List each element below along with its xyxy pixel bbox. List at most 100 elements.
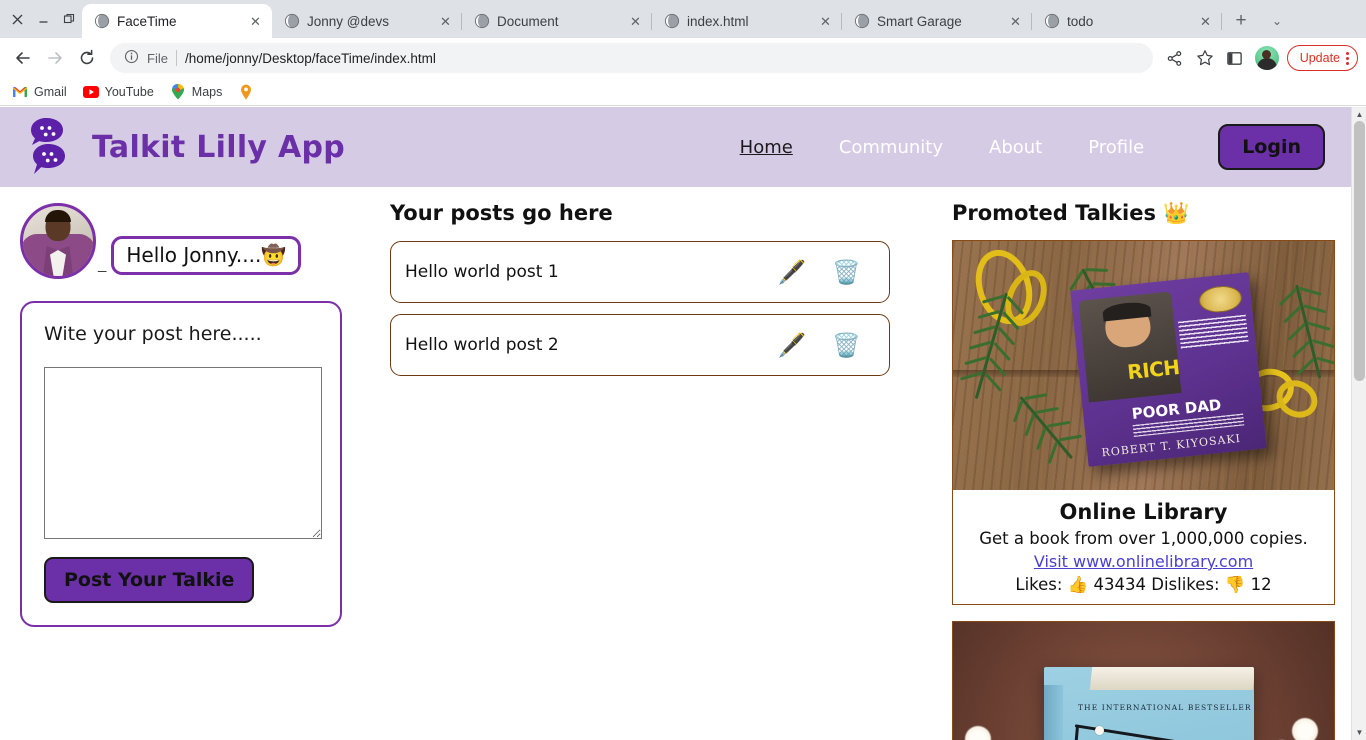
- window-close-button[interactable]: [4, 0, 30, 38]
- composer-heading: Wite your post here.....: [44, 323, 262, 345]
- tab-close-icon[interactable]: ✕: [437, 13, 454, 30]
- browser-tab[interactable]: Jonny @devs ✕: [272, 4, 462, 38]
- scroll-up-arrow[interactable]: ▲: [1352, 107, 1366, 122]
- ad-link[interactable]: Visit www.onlinelibrary.com: [963, 552, 1324, 571]
- browser-tab[interactable]: Document ✕: [462, 4, 652, 38]
- window-restore-button[interactable]: [56, 0, 82, 38]
- page-title: Talkit Lilly App: [92, 129, 346, 165]
- list-item[interactable]: THE INTERNATIONAL BESTSELLER: [952, 621, 1335, 740]
- sidebar-column: _ Hello Jonny....🤠 Wite your post here..…: [0, 201, 372, 627]
- user-row: _ Hello Jonny....🤠: [20, 201, 372, 279]
- post-submit-button[interactable]: Post Your Talkie: [44, 557, 255, 603]
- site-header: Talkit Lilly App Home Community About Pr…: [0, 107, 1351, 187]
- avatar[interactable]: [20, 203, 96, 279]
- update-label: Update: [1299, 51, 1340, 65]
- profile-avatar[interactable]: [1254, 46, 1279, 70]
- bookmark-label: YouTube: [104, 84, 154, 99]
- thumbs-down-icon[interactable]: 👎: [1225, 575, 1246, 594]
- edit-quill-icon[interactable]: 🖋️: [778, 333, 807, 357]
- address-bar[interactable]: File /home/jonny/Desktop/faceTime/index.…: [110, 43, 1153, 73]
- scroll-down-arrow[interactable]: ▼: [1352, 725, 1366, 740]
- brand[interactable]: Talkit Lilly App: [30, 116, 345, 178]
- post-text: Hello world post 2: [405, 335, 559, 355]
- browser-tab[interactable]: todo ✕: [1032, 4, 1222, 38]
- delete-trash-icon[interactable]: 🗑️: [832, 260, 861, 284]
- avatar-body: [1256, 58, 1277, 70]
- login-button[interactable]: Login: [1218, 124, 1325, 170]
- blossom-flower: [1292, 718, 1318, 740]
- page-scrollbar[interactable]: ▲ ▼: [1351, 107, 1366, 740]
- tab-close-icon[interactable]: ✕: [1197, 13, 1214, 30]
- new-tab-button[interactable]: +: [1226, 6, 1256, 36]
- chevron-down-icon[interactable]: ⌄: [1262, 6, 1292, 36]
- nav-item-home[interactable]: Home: [740, 137, 793, 158]
- tab-close-icon[interactable]: ✕: [1007, 13, 1024, 30]
- update-button[interactable]: Update: [1286, 45, 1358, 71]
- three-dot-menu-icon[interactable]: [1346, 51, 1349, 65]
- post-input[interactable]: [44, 367, 322, 539]
- globe-icon: [284, 13, 300, 29]
- greeting-bubble: Hello Jonny....🤠: [111, 236, 302, 275]
- tab-title: Document: [497, 13, 559, 29]
- author-portrait: [1078, 290, 1182, 403]
- browser-window: FaceTime ✕ Jonny @devs ✕ Document ✕ inde…: [0, 0, 1366, 740]
- book-cover: RICH POOR DAD ROBERT T. KIYOSAKI: [1069, 271, 1267, 467]
- url-scheme-label: File: [147, 50, 168, 66]
- table-row[interactable]: Hello world post 1 🖋️ 🗑️: [390, 241, 890, 303]
- nav-item-community[interactable]: Community: [839, 137, 943, 158]
- globe-icon: [854, 13, 870, 29]
- bookmark-extra[interactable]: [238, 84, 260, 100]
- book-banner-text: THE INTERNATIONAL BESTSELLER: [1077, 703, 1252, 713]
- tab-close-icon[interactable]: ✕: [817, 13, 834, 30]
- share-icon[interactable]: [1161, 44, 1189, 72]
- window-minimize-button[interactable]: [30, 0, 56, 38]
- main-content: _ Hello Jonny....🤠 Wite your post here..…: [0, 187, 1351, 740]
- thumbs-up-icon[interactable]: 👍: [1068, 575, 1089, 594]
- table-row[interactable]: Hello world post 2 🖋️ 🗑️: [390, 314, 890, 376]
- browser-tab[interactable]: FaceTime ✕: [82, 4, 272, 38]
- separator-dash: _: [98, 256, 107, 273]
- post-composer: Wite your post here..... Post Your Talki…: [20, 301, 342, 627]
- browser-tab[interactable]: Smart Garage ✕: [842, 4, 1032, 38]
- side-panel-icon[interactable]: [1221, 44, 1249, 72]
- back-button[interactable]: [8, 43, 38, 73]
- book-title-rich: RICH: [1125, 354, 1181, 384]
- forward-button[interactable]: [40, 43, 70, 73]
- star-icon[interactable]: [1191, 44, 1219, 72]
- tab-close-icon[interactable]: ✕: [247, 13, 264, 30]
- bookmark-label: Maps: [191, 84, 223, 99]
- likes-label: Likes:: [1015, 575, 1063, 594]
- book-cover: THE INTERNATIONAL BESTSELLER: [1044, 666, 1254, 740]
- bookmark-youtube[interactable]: YouTube: [82, 84, 154, 100]
- tab-close-icon[interactable]: ✕: [627, 13, 644, 30]
- bookmark-gmail[interactable]: Gmail: [12, 84, 67, 100]
- bookmark-maps[interactable]: Maps: [170, 83, 223, 100]
- feed-column: Your posts go here Hello world post 1 🖋️…: [372, 201, 932, 387]
- scrollbar-thumb[interactable]: [1354, 121, 1365, 381]
- info-circle-icon[interactable]: [124, 49, 139, 67]
- tab-title: Jonny @devs: [307, 13, 389, 29]
- bookmarks-bar: Gmail YouTube Maps: [0, 78, 1366, 106]
- reload-button[interactable]: [72, 43, 102, 73]
- edit-quill-icon[interactable]: 🖋️: [778, 260, 807, 284]
- tab-title: index.html: [687, 13, 749, 29]
- list-item[interactable]: RICH POOR DAD ROBERT T. KIYOSAKI Online …: [952, 240, 1335, 605]
- book-spine: [1044, 685, 1064, 740]
- ad-description: Get a book from over 1,000,000 copies.: [979, 529, 1308, 548]
- tab-strip: FaceTime ✕ Jonny @devs ✕ Document ✕ inde…: [0, 0, 1366, 38]
- delete-trash-icon[interactable]: 🗑️: [832, 333, 861, 357]
- post-text: Hello world post 1: [405, 262, 559, 282]
- nav-item-profile[interactable]: Profile: [1088, 137, 1144, 158]
- browser-tab[interactable]: index.html ✕: [652, 4, 842, 38]
- tab-title: FaceTime: [117, 13, 177, 29]
- globe-icon: [474, 13, 490, 29]
- youtube-icon: [82, 84, 99, 100]
- nav-item-about[interactable]: About: [989, 137, 1042, 158]
- dislikes-count: 12: [1250, 575, 1272, 594]
- promoted-column: Promoted Talkies 👑 RICH POOR DAD ROBERT …: [932, 201, 1359, 740]
- page-content: Talkit Lilly App Home Community About Pr…: [0, 107, 1351, 740]
- globe-icon: [1044, 13, 1060, 29]
- globe-icon: [664, 13, 680, 29]
- blossom-branch: [1063, 726, 1079, 740]
- globe-icon: [94, 13, 110, 29]
